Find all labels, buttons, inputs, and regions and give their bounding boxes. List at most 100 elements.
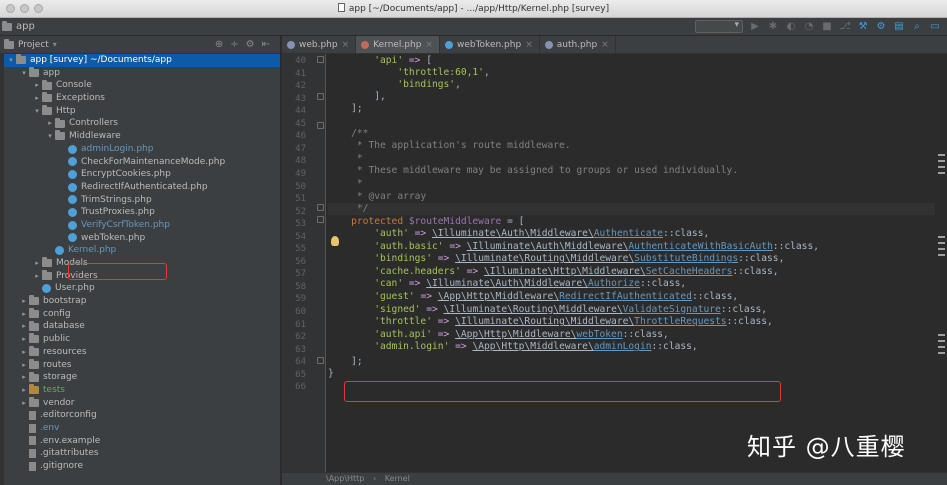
tree-item[interactable]: CheckForMaintenanceMode.php	[4, 156, 280, 169]
tree-item-label: bootstrap	[43, 296, 87, 307]
chevron-down-icon[interactable]: ▾	[53, 40, 57, 49]
tree-item[interactable]: User.php	[4, 282, 280, 295]
vcs-icon[interactable]: ⎇	[839, 21, 851, 33]
tree-item[interactable]: ▸ Console	[4, 79, 280, 92]
expanded-arrow-icon[interactable]: ▾	[19, 67, 29, 80]
tree-item[interactable]: ▾ Http	[4, 105, 280, 118]
tree-item[interactable]: ▸ config	[4, 308, 280, 321]
tree-item[interactable]: .editorconfig	[4, 409, 280, 422]
tree-item[interactable]: ▾ app	[4, 67, 280, 80]
tree-item[interactable]: ▾ app [survey] ~/Documents/app	[4, 54, 280, 67]
tree-item[interactable]: ▸ vendor	[4, 396, 280, 410]
fold-marker-icon[interactable]	[317, 93, 324, 100]
tree-item[interactable]: ▸ tests	[4, 384, 280, 397]
settings-icon[interactable]: ⚙	[875, 21, 887, 33]
tree-item-label: Providers	[56, 270, 98, 281]
tree-item[interactable]: ▸ resources	[4, 346, 280, 359]
structure-icon[interactable]: ▤	[893, 21, 905, 33]
file-icon	[29, 411, 36, 421]
run-icon[interactable]: ▶	[749, 21, 761, 33]
tree-item[interactable]: VerifyCsrfToken.php	[4, 219, 280, 232]
tree-item[interactable]: ▸ Exceptions	[4, 92, 280, 105]
editor-tab[interactable]: web.php ×	[282, 36, 357, 53]
expanded-arrow-icon[interactable]: ▾	[45, 130, 55, 143]
tree-item[interactable]: ▸ public	[4, 333, 280, 346]
tree-item[interactable]: Kernel.php	[4, 244, 280, 257]
tree-item[interactable]: webToken.php	[4, 232, 280, 245]
tree-item[interactable]: ▸ Controllers	[4, 117, 280, 130]
tree-item[interactable]: .env.example	[4, 435, 280, 448]
hide-icon[interactable]: ⇤	[262, 39, 270, 50]
tree-item[interactable]: ▸ Models	[4, 257, 280, 270]
collapsed-arrow-icon[interactable]: ▸	[45, 117, 55, 130]
close-tab-icon[interactable]: ×	[342, 40, 350, 50]
tree-item[interactable]: .env	[4, 422, 280, 435]
editor-scrollbar[interactable]	[935, 54, 947, 472]
close-tab-icon[interactable]: ×	[425, 40, 433, 50]
fold-marker-icon[interactable]	[317, 56, 324, 63]
collapsed-arrow-icon[interactable]: ▸	[19, 308, 29, 321]
collapsed-arrow-icon[interactable]: ▸	[32, 79, 42, 92]
stop-icon[interactable]: ■	[821, 21, 833, 33]
tree-item[interactable]: ▸ bootstrap	[4, 295, 280, 308]
tree-item[interactable]: EncryptCookies.php	[4, 168, 280, 181]
collapsed-arrow-icon[interactable]: ▸	[32, 257, 42, 270]
profile-icon[interactable]: ◔	[803, 21, 815, 33]
tree-item[interactable]: .gitignore	[4, 460, 280, 473]
close-tab-icon[interactable]: ×	[525, 40, 533, 50]
tree-item[interactable]: .gitattributes	[4, 447, 280, 460]
collapse-all-icon[interactable]: ÷	[230, 39, 238, 50]
folder-icon	[29, 295, 39, 306]
tree-item-label: TrimStrings.php	[81, 194, 152, 205]
coverage-icon[interactable]: ◐	[785, 21, 797, 33]
collapsed-arrow-icon[interactable]: ▸	[19, 371, 29, 384]
terminal-icon[interactable]: ▭	[929, 21, 941, 33]
editor-tab[interactable]: auth.php ×	[540, 36, 616, 53]
collapsed-arrow-icon[interactable]: ▸	[32, 270, 42, 283]
tree-item[interactable]: ▸ routes	[4, 358, 280, 372]
tree-item[interactable]: TrimStrings.php	[4, 194, 280, 207]
php-class-icon	[68, 195, 77, 205]
editor-tab[interactable]: Kernel.php ×	[356, 36, 440, 53]
search-icon[interactable]: ⌕	[911, 21, 923, 33]
tree-item[interactable]: ▸ storage	[4, 371, 280, 384]
collapsed-arrow-icon[interactable]: ▸	[19, 320, 29, 333]
code-line-middleware: 'cache.headers' => \Illuminate\Http\Midd…	[374, 265, 779, 277]
collapsed-arrow-icon[interactable]: ▸	[19, 295, 29, 308]
build-icon[interactable]: ⚒	[857, 21, 869, 33]
scroll-marker	[938, 352, 945, 354]
tree-item[interactable]: TrustProxies.php	[4, 206, 280, 219]
fold-marker-icon[interactable]	[317, 122, 324, 129]
collapsed-arrow-icon[interactable]: ▸	[19, 346, 29, 359]
collapsed-arrow-icon[interactable]: ▸	[32, 92, 42, 105]
code-line-middleware: 'bindings' => \Illuminate\Routing\Middle…	[374, 253, 785, 265]
run-configuration-select[interactable]	[695, 20, 743, 33]
nav-breadcrumb[interactable]: app	[2, 20, 35, 32]
collapsed-arrow-icon[interactable]: ▸	[19, 384, 29, 397]
breadcrumb-class[interactable]: Kernel	[385, 474, 410, 483]
tree-item[interactable]: ▾ Middleware	[4, 130, 280, 143]
php-file-icon	[287, 40, 295, 49]
tree-item[interactable]: RedirectIfAuthenticated.php	[4, 181, 280, 194]
expanded-arrow-icon[interactable]: ▾	[6, 54, 16, 67]
editor-tab[interactable]: webToken.php ×	[440, 36, 540, 53]
tree-item[interactable]: ▸ database	[4, 320, 280, 333]
debug-icon[interactable]: ✱	[767, 21, 779, 33]
breadcrumb-separator-icon: ›	[372, 474, 377, 483]
tree-item[interactable]: adminLogin.php	[4, 143, 280, 156]
gear-icon[interactable]: ⚙	[246, 39, 255, 50]
collapsed-arrow-icon[interactable]: ▸	[19, 359, 29, 372]
fold-marker-icon[interactable]	[317, 204, 324, 211]
breadcrumb-namespace[interactable]: \App\Http	[326, 474, 364, 483]
collapsed-arrow-icon[interactable]: ▸	[19, 397, 29, 410]
collapsed-arrow-icon[interactable]: ▸	[19, 333, 29, 346]
fold-marker-icon[interactable]	[317, 357, 324, 364]
lightbulb-icon[interactable]	[331, 236, 339, 246]
tree-item[interactable]: ▸ Providers	[4, 270, 280, 283]
project-panel-title[interactable]: Project	[18, 40, 49, 50]
code-view[interactable]: 'api' => [ 'throttle:60,1', 'bindings', …	[328, 54, 935, 472]
fold-marker-icon[interactable]	[317, 216, 324, 223]
locate-icon[interactable]: ⊕	[215, 39, 223, 50]
close-tab-icon[interactable]: ×	[601, 40, 609, 50]
expanded-arrow-icon[interactable]: ▾	[32, 105, 42, 118]
